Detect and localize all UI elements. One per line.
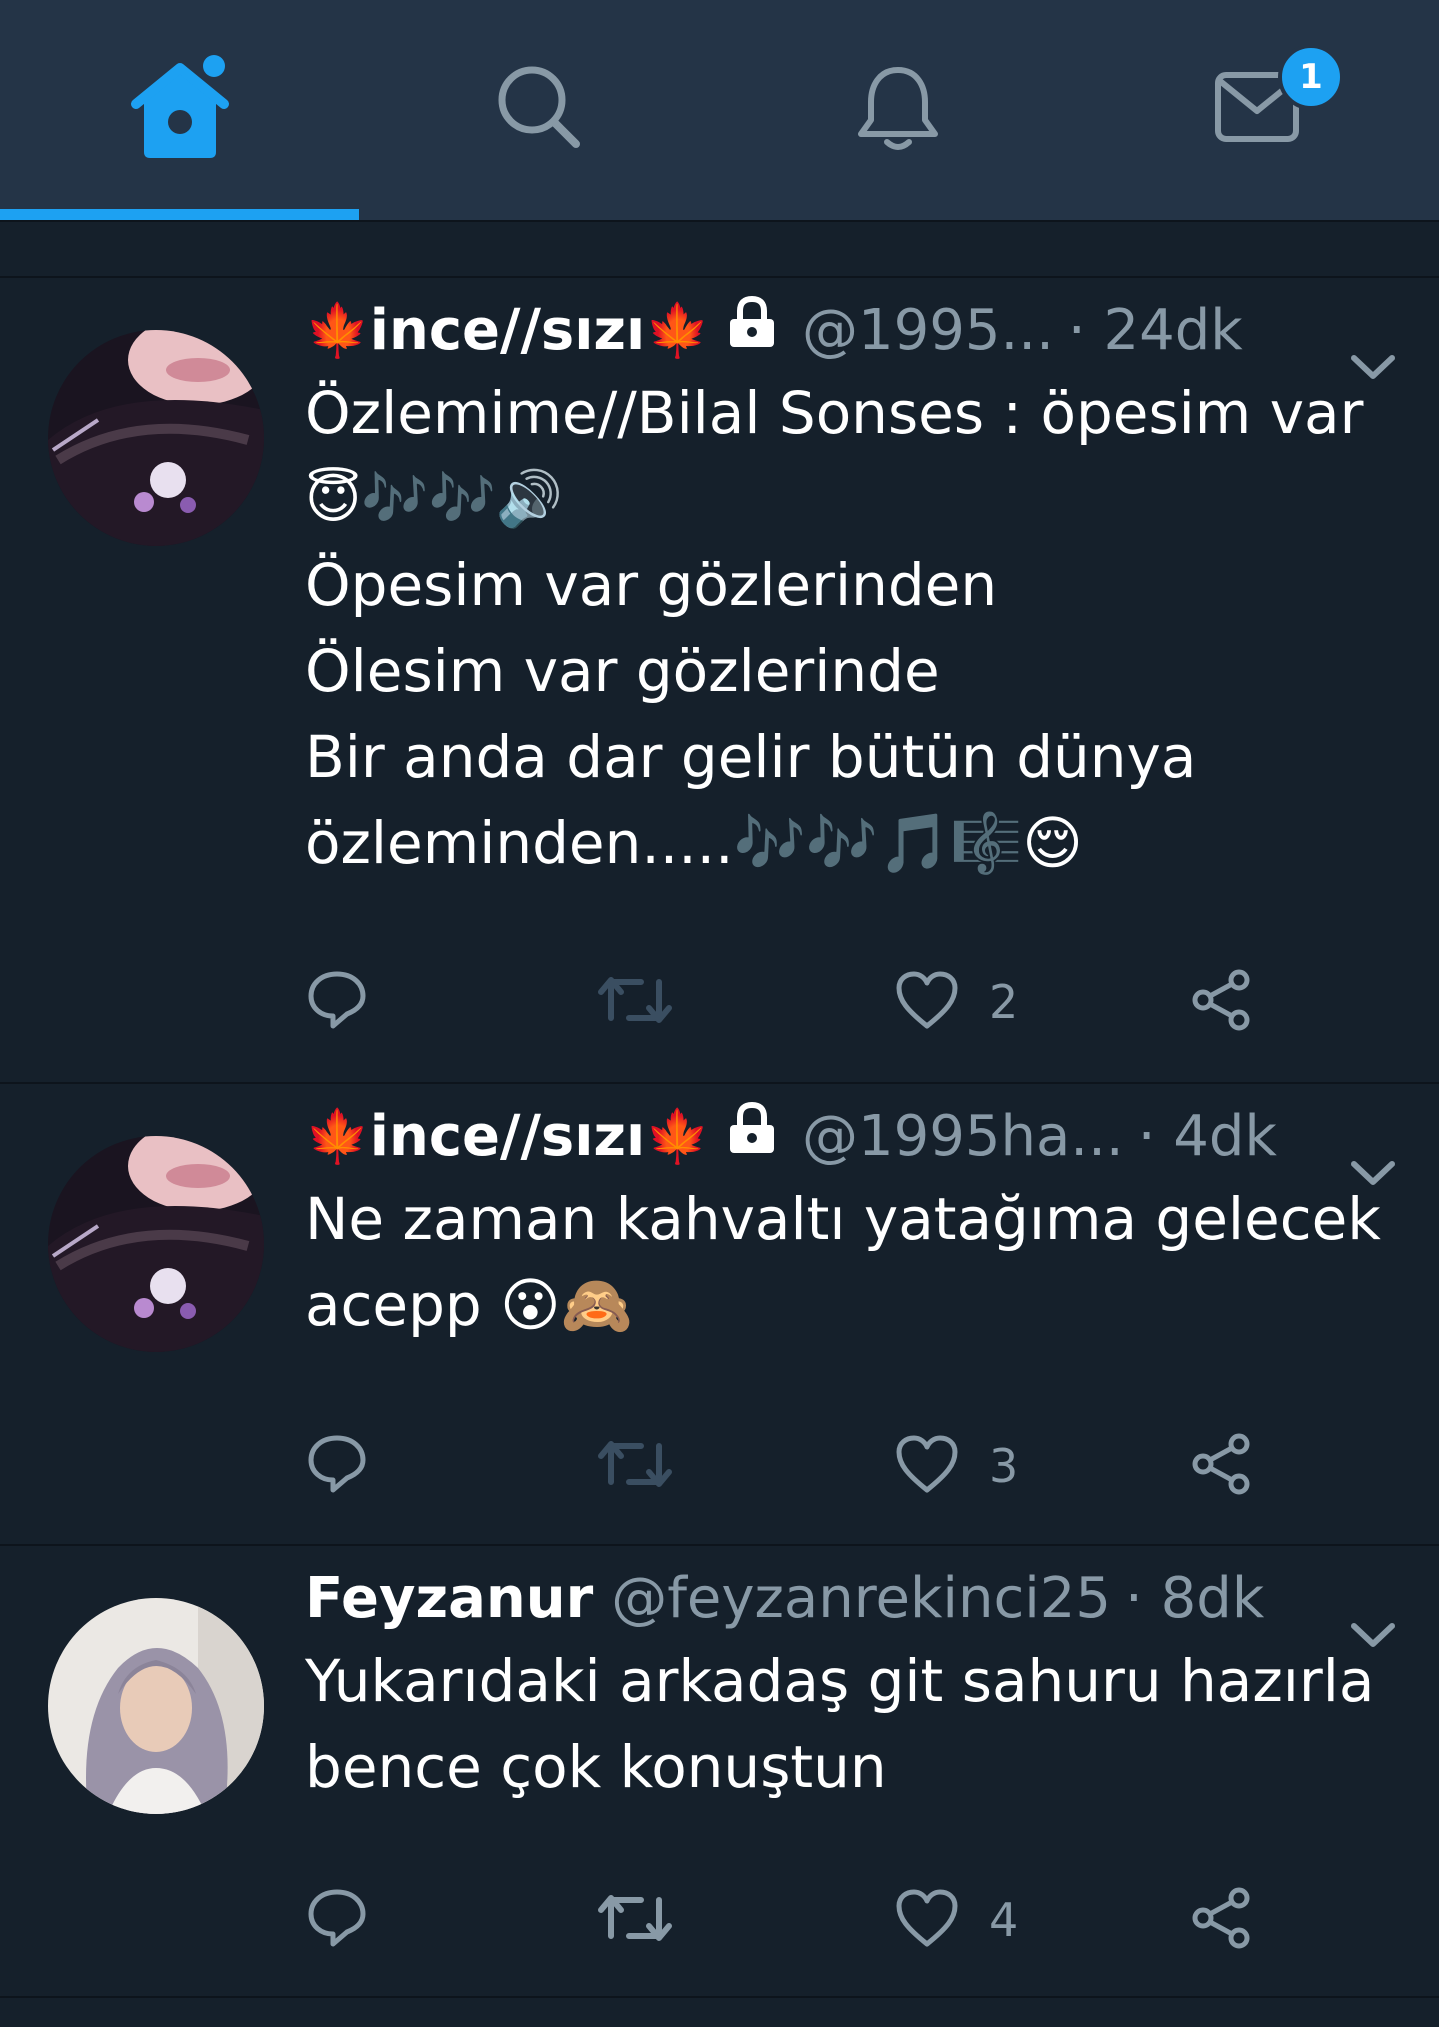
reply-button[interactable] — [305, 967, 369, 1037]
messages-badge: 1 — [1278, 44, 1344, 110]
reply-button[interactable] — [305, 1885, 369, 1955]
timestamp[interactable]: · 8dk — [1125, 1566, 1264, 1631]
reply-icon — [305, 968, 369, 1036]
retweet-icon — [597, 970, 673, 1034]
tweet-line: 😇🎶🎶🔊 — [305, 467, 564, 530]
leaf-emoji: 🍁 — [645, 300, 710, 361]
tweet-actions: 4 — [305, 1885, 1305, 1955]
tab-notifications[interactable] — [718, 0, 1077, 214]
avatar[interactable] — [48, 330, 264, 546]
timestamp[interactable]: · 24dk — [1068, 298, 1243, 363]
tweet-text: Ne zaman kahvaltı yatağıma gelecek acepp… — [305, 1176, 1405, 1348]
like-count: 2 — [989, 975, 1019, 1029]
share-icon — [1189, 1432, 1253, 1500]
tweet-text: Yukarıdaki arkadaş git sahuru hazırla be… — [305, 1638, 1405, 1810]
tweet-line: özleminden.....🎶🎶🎵🎼😌 — [305, 809, 1083, 877]
lock-icon — [724, 1101, 780, 1171]
share-button[interactable] — [1189, 967, 1253, 1037]
heart-icon — [895, 970, 959, 1034]
retweet-button[interactable] — [597, 1431, 673, 1501]
reply-icon — [305, 1886, 369, 1954]
share-button[interactable] — [1189, 1885, 1253, 1955]
share-icon — [1189, 1886, 1253, 1954]
tweet-header: Feyzanur @feyzanrekinci25 · 8dk — [305, 1558, 1335, 1638]
tab-home[interactable] — [0, 0, 359, 214]
tweet-line: bence çok konuştun — [305, 1733, 887, 1801]
tweet-actions: 3 — [305, 1431, 1305, 1501]
share-button[interactable] — [1189, 1431, 1253, 1501]
like-button[interactable]: 2 — [895, 967, 1018, 1037]
leaf-emoji: 🍁 — [305, 300, 370, 361]
heart-icon — [895, 1888, 959, 1952]
tweet-2[interactable]: 🍁 ince//sızı 🍁 @1995ha... · 4dk Ne zaman… — [0, 1084, 1439, 1544]
leaf-emoji: 🍁 — [305, 1106, 370, 1167]
tweet-line: Yukarıdaki arkadaş git sahuru hazırla — [305, 1647, 1375, 1715]
bell-icon — [853, 62, 943, 152]
handle[interactable]: @1995ha... — [802, 1104, 1124, 1169]
search-icon — [494, 62, 584, 152]
tweet-header: 🍁 ince//sızı 🍁 @1995... · 24dk — [305, 290, 1335, 370]
leaf-emoji: 🍁 — [645, 1106, 710, 1167]
tweet-line: Bir anda dar gelir bütün dünya — [305, 723, 1197, 791]
home-icon — [130, 52, 230, 162]
tweet-line: Öpesim var gözlerinden — [305, 551, 998, 619]
tweet-text: Özlemime//Bilal Sonses : öpesim var 😇🎶🎶🔊… — [305, 370, 1405, 886]
like-count: 3 — [989, 1439, 1019, 1493]
tweet-3[interactable]: Feyzanur @feyzanrekinci25 · 8dk Yukarıda… — [0, 1546, 1439, 1996]
top-nav-bar: 1 — [0, 0, 1439, 220]
tab-search[interactable] — [359, 0, 718, 214]
timestamp[interactable]: · 4dk — [1138, 1104, 1277, 1169]
like-button[interactable]: 3 — [895, 1431, 1018, 1501]
tweet-actions: 2 — [305, 967, 1305, 1037]
reply-button[interactable] — [305, 1431, 369, 1501]
display-name[interactable]: ince//sızı — [370, 298, 645, 363]
active-tab-indicator — [0, 209, 359, 220]
display-name[interactable]: ince//sızı — [370, 1104, 645, 1169]
like-count: 4 — [989, 1893, 1019, 1947]
tweet-line: Ölesim var gözlerinde — [305, 637, 940, 705]
retweet-button[interactable] — [597, 1885, 673, 1955]
retweet-icon — [597, 1888, 673, 1952]
handle[interactable]: @1995... — [802, 298, 1054, 363]
retweet-icon — [597, 1434, 673, 1498]
tweet-line: Ne zaman kahvaltı yatağıma gelecek — [305, 1185, 1381, 1253]
retweet-button[interactable] — [597, 967, 673, 1037]
avatar[interactable] — [48, 1136, 264, 1352]
tab-messages[interactable] — [1077, 0, 1436, 214]
display-name[interactable]: Feyzanur — [305, 1566, 593, 1631]
heart-icon — [895, 1434, 959, 1498]
tweet-line: Özlemime//Bilal Sonses : öpesim var — [305, 379, 1364, 447]
tweet-header: 🍁 ince//sızı 🍁 @1995ha... · 4dk — [305, 1096, 1335, 1176]
divider — [0, 1996, 1439, 1998]
tweet-line: acepp 😮🙈 — [305, 1271, 633, 1339]
like-button[interactable]: 4 — [895, 1885, 1018, 1955]
avatar[interactable] — [48, 1598, 264, 1814]
tweet-1[interactable]: 🍁 ince//sızı 🍁 @1995... · 24dk Özlemime/… — [0, 278, 1439, 1082]
handle[interactable]: @feyzanrekinci25 — [611, 1566, 1111, 1631]
lock-icon — [724, 295, 780, 365]
share-icon — [1189, 968, 1253, 1036]
reply-icon — [305, 1432, 369, 1500]
